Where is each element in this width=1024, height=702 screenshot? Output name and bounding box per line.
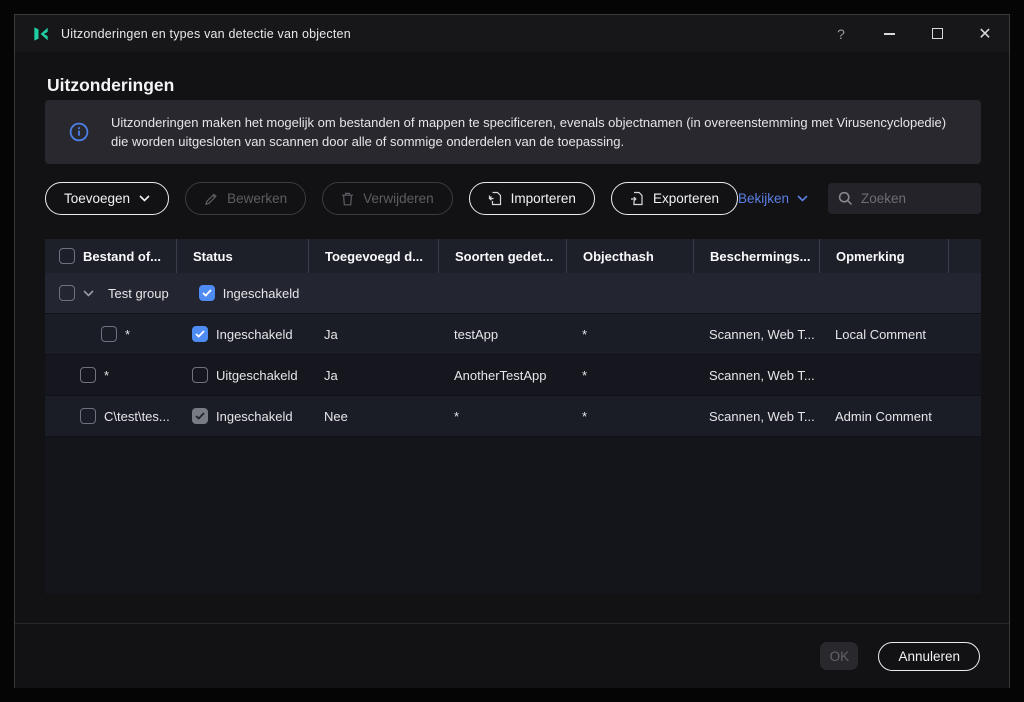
added-by-value: Ja <box>308 327 438 342</box>
row-checkbox[interactable] <box>101 326 117 342</box>
select-all-checkbox[interactable] <box>59 248 75 264</box>
trash-icon <box>341 192 354 206</box>
header-protection[interactable]: Beschermings... <box>693 239 819 273</box>
status-checkbox[interactable] <box>199 285 215 301</box>
table-row-group[interactable]: Test group Ingeschakeld <box>45 273 981 314</box>
close-icon[interactable]: ✕ <box>961 15 1009 52</box>
help-icon[interactable]: ? <box>817 15 865 52</box>
status-label: Ingeschakeld <box>216 409 293 424</box>
cancel-button[interactable]: Annuleren <box>878 642 980 671</box>
header-object-types[interactable]: Soorten gedet... <box>438 239 566 273</box>
file-value: C\test\tes... <box>104 409 170 424</box>
status-checkbox[interactable] <box>192 408 208 424</box>
table-header: Bestand of... Status Toegevoegd d... Soo… <box>45 239 981 273</box>
object-types-value: testApp <box>438 327 566 342</box>
info-icon <box>69 122 89 142</box>
window-title: Uitzonderingen en types van detectie van… <box>61 27 351 41</box>
file-value: * <box>125 327 130 342</box>
import-button[interactable]: Importeren <box>469 182 595 215</box>
collapse-group-icon[interactable] <box>83 290 94 297</box>
row-checkbox[interactable] <box>80 367 96 383</box>
ok-button[interactable]: OK <box>820 642 858 670</box>
row-checkbox[interactable] <box>80 408 96 424</box>
status-label: Ingeschakeld <box>223 286 300 301</box>
added-by-value: Ja <box>308 368 438 383</box>
search-input[interactable] <box>861 191 971 206</box>
add-button[interactable]: Toevoegen <box>45 182 169 215</box>
export-button-label: Exporteren <box>653 191 719 206</box>
table-row[interactable]: * Uitgeschakeld Ja AnotherTestApp * Scan… <box>45 355 981 396</box>
header-spacer <box>948 239 981 273</box>
row-checkbox[interactable] <box>59 285 75 301</box>
export-button[interactable]: Exporteren <box>611 182 738 215</box>
titlebar: Uitzonderingen en types van detectie van… <box>15 15 1009 52</box>
delete-button[interactable]: Verwijderen <box>322 182 453 215</box>
header-object-hash[interactable]: Objecthash <box>566 239 693 273</box>
import-button-label: Importeren <box>511 191 576 206</box>
page-title: Uitzonderingen <box>47 75 174 96</box>
dialog-window: Uitzonderingen en types van detectie van… <box>14 14 1010 688</box>
object-hash-value: * <box>566 409 693 424</box>
table-row[interactable]: C\test\tes... Ingeschakeld Nee * * Scann… <box>45 396 981 437</box>
protection-value: Scannen, Web T... <box>693 327 819 342</box>
group-name: Test group <box>108 286 169 301</box>
status-label: Ingeschakeld <box>216 327 293 342</box>
edit-button-label: Bewerken <box>227 191 287 206</box>
file-value: * <box>104 368 109 383</box>
header-added-by[interactable]: Toegevoegd d... <box>308 239 438 273</box>
header-comment[interactable]: Opmerking <box>819 239 948 273</box>
comment-value: Local Comment <box>819 327 948 342</box>
info-banner: Uitzonderingen maken het mogelijk om bes… <box>45 100 981 164</box>
search-box[interactable] <box>828 183 981 214</box>
object-hash-value: * <box>566 327 693 342</box>
delete-button-label: Verwijderen <box>363 191 434 206</box>
header-file[interactable]: Bestand of... <box>45 239 176 273</box>
search-icon <box>838 191 853 206</box>
object-types-value: AnotherTestApp <box>438 368 566 383</box>
chevron-down-icon <box>797 195 808 202</box>
view-dropdown[interactable]: Bekijken <box>738 191 808 206</box>
add-button-label: Toevoegen <box>64 191 130 206</box>
object-hash-value: * <box>566 368 693 383</box>
added-by-value: Nee <box>308 409 438 424</box>
protection-value: Scannen, Web T... <box>693 368 819 383</box>
maximize-icon[interactable] <box>913 15 961 52</box>
exclusions-table: Bestand of... Status Toegevoegd d... Soo… <box>45 239 981 594</box>
minimize-icon[interactable] <box>865 15 913 52</box>
pencil-icon <box>204 192 218 206</box>
header-status[interactable]: Status <box>176 239 308 273</box>
status-label: Uitgeschakeld <box>216 368 298 383</box>
status-checkbox[interactable] <box>192 326 208 342</box>
object-types-value: * <box>438 409 566 424</box>
protection-value: Scannen, Web T... <box>693 409 819 424</box>
chevron-down-icon <box>139 195 150 202</box>
info-text: Uitzonderingen maken het mogelijk om bes… <box>111 113 967 151</box>
export-icon <box>630 191 644 206</box>
status-checkbox[interactable] <box>192 367 208 383</box>
view-dropdown-label: Bekijken <box>738 191 789 206</box>
toolbar: Toevoegen Bewerken Verwijderen Importere… <box>45 182 981 215</box>
table-row[interactable]: * Ingeschakeld Ja testApp * Scannen, Web… <box>45 314 981 355</box>
edit-button[interactable]: Bewerken <box>185 182 306 215</box>
kaspersky-logo <box>31 24 51 44</box>
dialog-footer: OK Annuleren <box>15 623 1009 688</box>
import-icon <box>488 191 502 206</box>
comment-value: Admin Comment <box>819 409 948 424</box>
